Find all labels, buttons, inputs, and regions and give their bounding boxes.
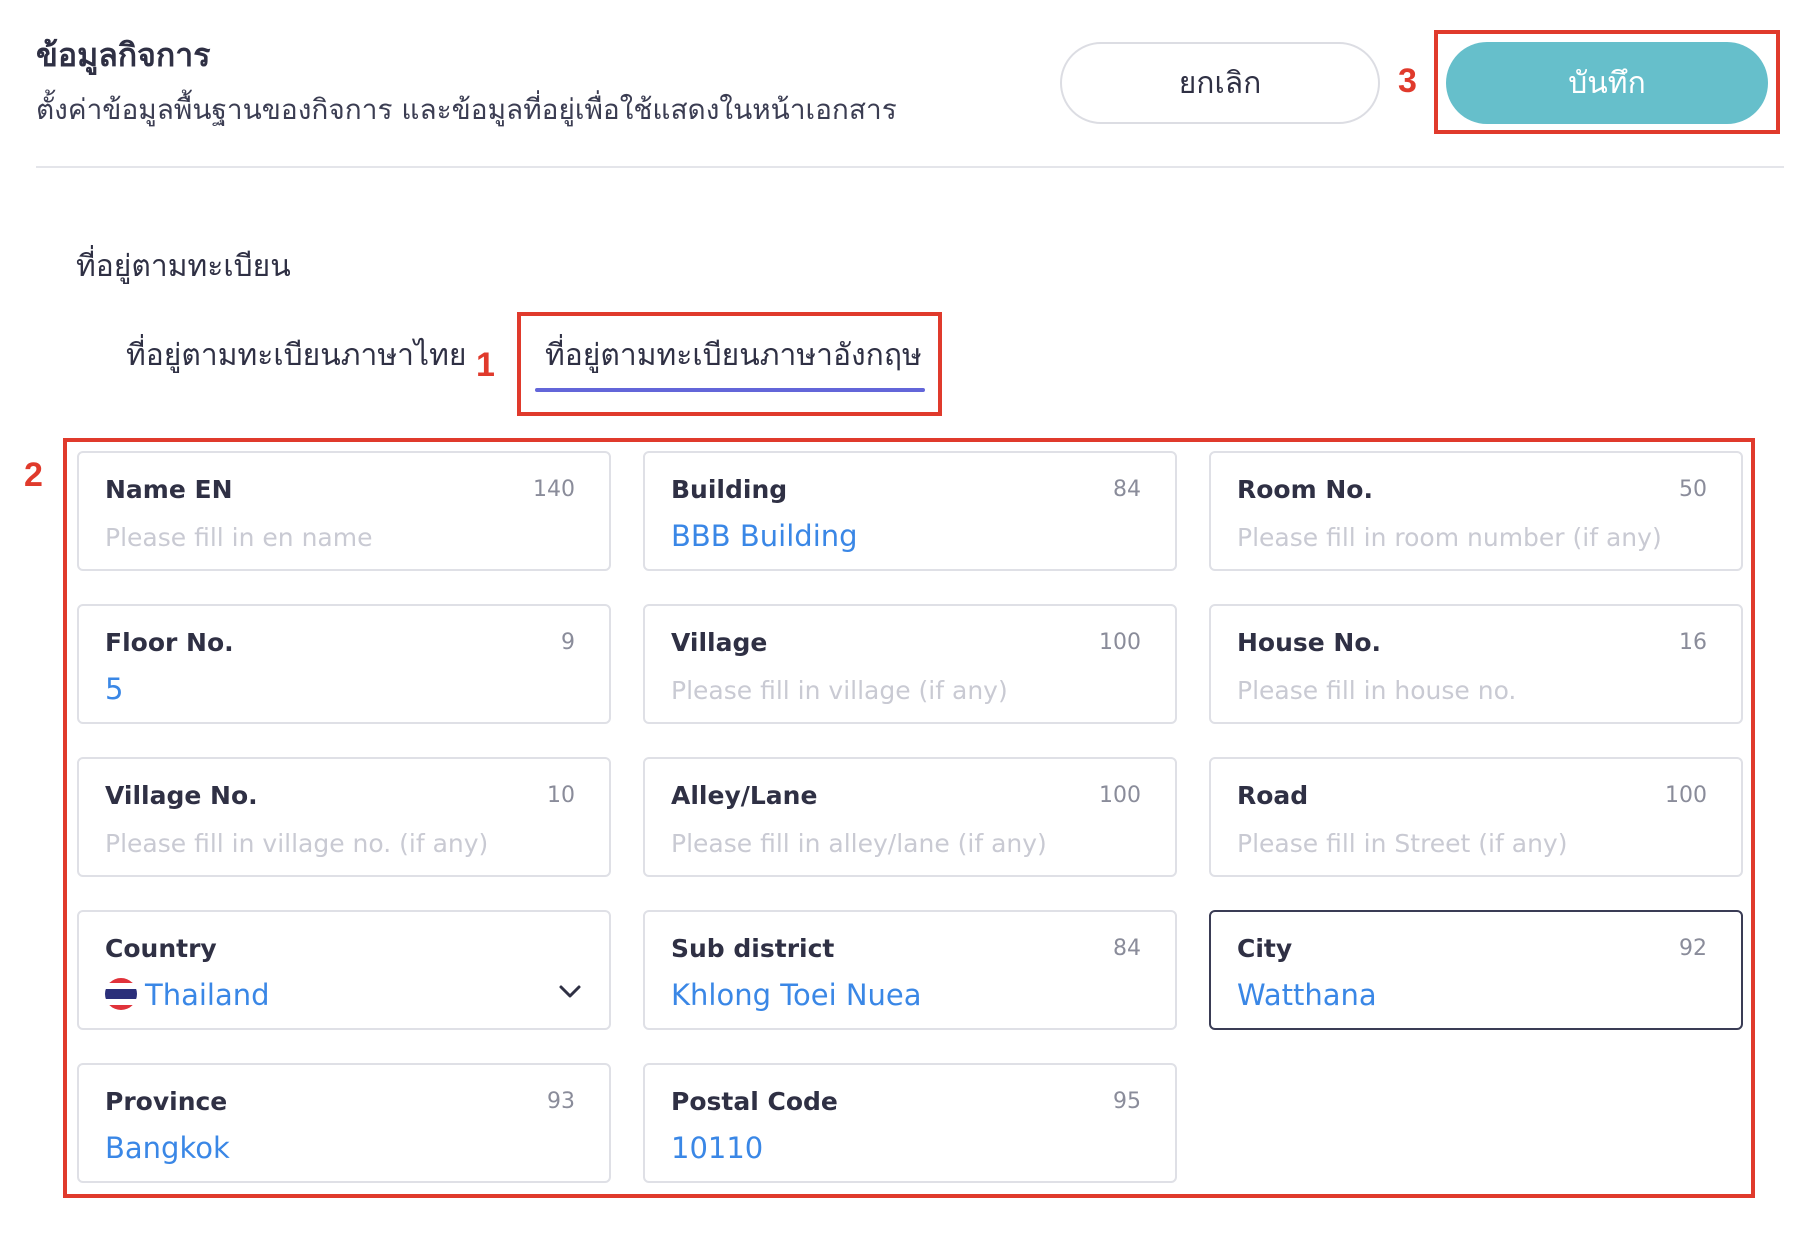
cancel-button[interactable]: ยกเลิก bbox=[1060, 42, 1380, 124]
callout-number: 2 bbox=[24, 456, 43, 494]
page-subtitle: ตั้งค่าข้อมูลพื้นฐานของกิจการ และข้อมูลท… bbox=[36, 93, 897, 126]
header-divider bbox=[36, 166, 1784, 168]
callout-number: 1 bbox=[476, 346, 495, 384]
page-title: ข้อมูลกิจการ bbox=[36, 36, 211, 74]
callout-box-save bbox=[1434, 30, 1780, 134]
callout-box-tab bbox=[517, 312, 942, 416]
callout-box-fields bbox=[63, 438, 1755, 1198]
section-title: ที่อยู่ตามทะเบียน bbox=[76, 249, 291, 284]
callout-number: 3 bbox=[1398, 62, 1417, 100]
tab-thai-address[interactable]: ที่อยู่ตามทะเบียนภาษาไทย bbox=[126, 332, 466, 379]
